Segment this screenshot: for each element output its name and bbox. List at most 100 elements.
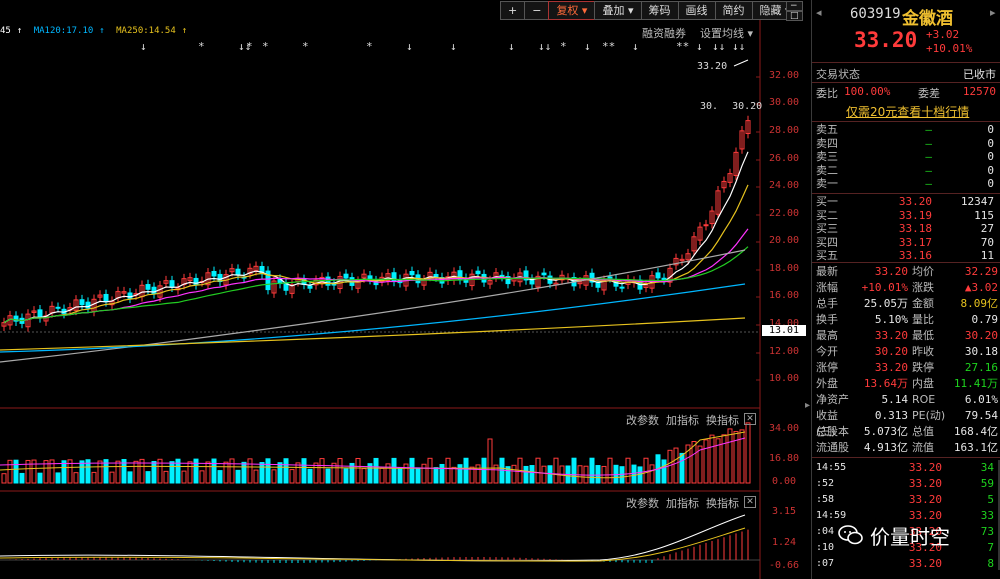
candle-body (127, 292, 133, 299)
stat-label: PE(动) (912, 409, 946, 422)
volume-bar (127, 471, 133, 484)
volume-bar (37, 472, 43, 484)
funding-link[interactable]: 融资融券 (642, 25, 686, 41)
bid-book: 买一 33.20 12347 买二 33.19 115 买三 33.18 27 买四 33.17 70… (816, 195, 996, 263)
volume-bar (475, 464, 481, 484)
volume-bar (301, 458, 307, 484)
draw-line-button[interactable]: 画线 (677, 1, 716, 20)
ma-settings-link[interactable]: 设置均线 ▾ (700, 25, 753, 41)
volume-bar (31, 459, 37, 484)
stat-row: 流通股 4.913亿 流值 163.1亿 (816, 440, 998, 456)
volume-bar (247, 458, 253, 484)
candle-body (661, 277, 667, 281)
candle-body (607, 276, 613, 279)
stat-label: 涨停 (816, 361, 838, 374)
stat-row: 净资产 5.14 ROE 6.01% (816, 392, 998, 408)
next-stock-icon[interactable]: ▸ (990, 6, 996, 19)
book-volume: 11 (980, 249, 994, 263)
volume-bar (379, 467, 385, 484)
stat-value: 11.41万 (953, 377, 998, 390)
stat-value: 5.14 (881, 393, 909, 406)
candle-body (409, 271, 415, 276)
price-tick: 26.00 (768, 153, 800, 164)
window-controls: − □ (786, 1, 803, 21)
high-pointer-line (733, 59, 749, 67)
macd-tick: 3.15 (771, 506, 797, 517)
volume-bar (421, 463, 427, 484)
macd-dea-line (0, 527, 746, 562)
book-price: — (925, 177, 932, 191)
tick-volume: 8 (987, 557, 994, 570)
vol-edit-params-button[interactable]: 改参数 (626, 412, 659, 428)
quote-stats: 最新 33.20 均价 32.29 涨幅 +10.01% 涨跌 ▲3.02 总手 25.05万 金额… (816, 264, 998, 456)
tick-time: :58 (816, 494, 835, 505)
ma-legend-item: 45 (0, 26, 11, 36)
ask-row: 卖二 — 0 (816, 164, 996, 178)
volume-bar (745, 422, 751, 484)
level10-promo-link[interactable]: 仅需20元查看十档行情 (846, 103, 969, 120)
book-label: 卖二 (816, 163, 838, 177)
volume-bar (79, 460, 85, 484)
volume-bar (295, 462, 301, 484)
book-label: 卖五 (816, 123, 838, 136)
chips-button[interactable]: 筹码 (640, 1, 679, 20)
event-marker-icon: ↓↓ (538, 40, 551, 53)
zoom-in-button[interactable]: + (500, 1, 526, 20)
event-marker-icon: * (262, 40, 269, 53)
volume-bar (541, 465, 547, 484)
stat-label: 最低 (912, 329, 934, 342)
tick-time: :52 (816, 478, 835, 489)
overlay-button[interactable]: 叠加 ▾ (594, 1, 642, 20)
kline-chart[interactable]: ↓ * ↓↓* * * * ↓ ↓ ↓ ↓↓ * ↓ ** ↓ ** ↓ ↓↓ ↓↓ (0, 0, 808, 579)
price-tick: 30.00 (768, 97, 800, 108)
volume-bar (343, 468, 349, 484)
watermark: 价量时空 (838, 515, 988, 555)
event-marker-icon: * (246, 40, 253, 53)
book-volume: 70 (980, 235, 994, 249)
vol-close-icon[interactable]: ✕ (744, 413, 756, 425)
vol-add-indicator-button[interactable]: 加指标 (666, 412, 699, 428)
volume-bar (205, 461, 211, 484)
volume-bar (289, 469, 295, 484)
event-marker-icon: * (560, 40, 567, 53)
minimize-icon[interactable]: − (786, 1, 803, 11)
macd-switch-indicator-button[interactable]: 换指标 (706, 495, 739, 511)
macd-add-indicator-button[interactable]: 加指标 (666, 495, 699, 511)
stat-value: 33.20 (874, 329, 908, 342)
adjust-price-button[interactable]: 复权 ▾ (548, 1, 596, 20)
candle-body (55, 306, 61, 309)
restore-icon[interactable]: □ (786, 11, 803, 21)
tick-time: :07 (816, 558, 835, 569)
stat-label: 外盘 (816, 377, 838, 390)
price-tick: 18.00 (768, 263, 800, 274)
simple-button[interactable]: 简约 (714, 1, 753, 20)
stat-label: 流值 (912, 441, 934, 454)
macd-edit-params-button[interactable]: 改参数 (626, 495, 659, 511)
stat-row: 涨停 33.20 跌停 27.16 (816, 360, 998, 376)
book-price: 33.16 (898, 249, 932, 263)
stat-label: ROE (912, 393, 936, 406)
book-price: — (925, 150, 932, 164)
volume-tick: 0.00 (771, 476, 797, 487)
stat-row: 最新 33.20 均价 32.29 (816, 264, 998, 280)
volume-bar (427, 457, 433, 484)
vol-switch-indicator-button[interactable]: 换指标 (706, 412, 739, 428)
prev-stock-icon[interactable]: ◂ (816, 6, 822, 19)
macd-close-icon[interactable]: ✕ (744, 496, 756, 508)
event-marker-icon: ** (676, 40, 689, 53)
zoom-out-button[interactable]: − (524, 1, 550, 20)
stat-value: 79.54 (964, 409, 998, 422)
stat-value: 8.09亿 (960, 297, 999, 310)
chart-area[interactable]: ↓ * ↓↓ * * * * ↓ ↓ ↓ ↓↓ * ↓ ** ↓ ** ↓ ↓↓ ↓↓ + − 复权 ▾ 叠加 ▾ … (0, 0, 810, 579)
collapse-panel-icon[interactable]: ▸ (805, 400, 810, 411)
stat-value: 0.79 (971, 313, 999, 326)
ma-legend: 45 ↑ MA120:17.10 ↑ MA250:14.54 ↑ (0, 26, 193, 36)
tick-price: 33.20 (908, 477, 942, 490)
volume-bar (433, 467, 439, 484)
book-volume: 0 (987, 123, 994, 136)
stat-row: 今开 30.20 昨收 30.18 (816, 344, 998, 360)
weibi-label: 委比 (816, 87, 838, 100)
event-marker-icon: ↓↓ (712, 40, 725, 53)
moving-average-line (3, 228, 749, 324)
volume-bar (679, 452, 685, 484)
